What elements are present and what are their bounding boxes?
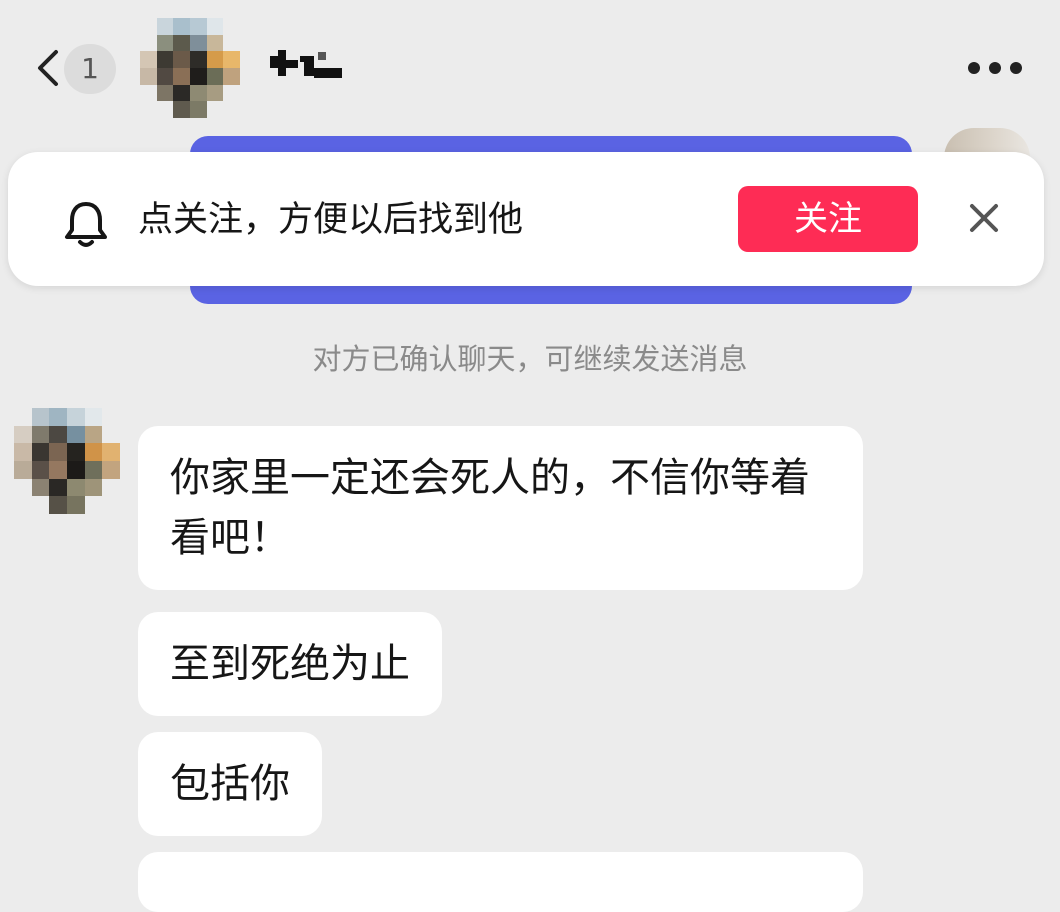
system-message: 对方已确认聊天，可继续发送消息 [312,342,748,376]
more-dot-icon [968,62,980,74]
contact-name-pixelated[interactable] [270,46,344,82]
message-bubble[interactable]: 你家里一定还会死人的，不信你等着看吧！ [138,426,863,590]
follow-prompt-text: 点关注，方便以后找到他 [138,200,524,240]
more-dot-icon [989,62,1001,74]
follow-button[interactable]: 关注 [738,186,918,252]
bell-icon [65,202,107,247]
contact-avatar[interactable] [140,18,240,118]
message-bubble[interactable] [138,852,863,912]
follow-prompt-banner: 点关注，方便以后找到他 关注 [8,152,1044,286]
close-icon[interactable] [964,198,1004,238]
unread-count-badge[interactable]: 1 [64,44,116,94]
message-bubble[interactable]: 至到死绝为止 [138,612,442,716]
more-options-button[interactable] [962,56,1028,80]
message-bubble[interactable]: 包括你 [138,732,322,836]
more-dot-icon [1010,62,1022,74]
chat-header: 1 [0,0,1060,130]
sender-avatar[interactable] [14,408,120,514]
